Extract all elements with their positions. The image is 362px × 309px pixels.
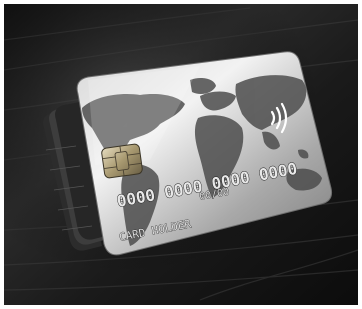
emv-chip-icon [101, 143, 143, 179]
credit-card-photo: 0000 0000 0000 0000 00/00 CARD HOLDER [0, 0, 362, 309]
